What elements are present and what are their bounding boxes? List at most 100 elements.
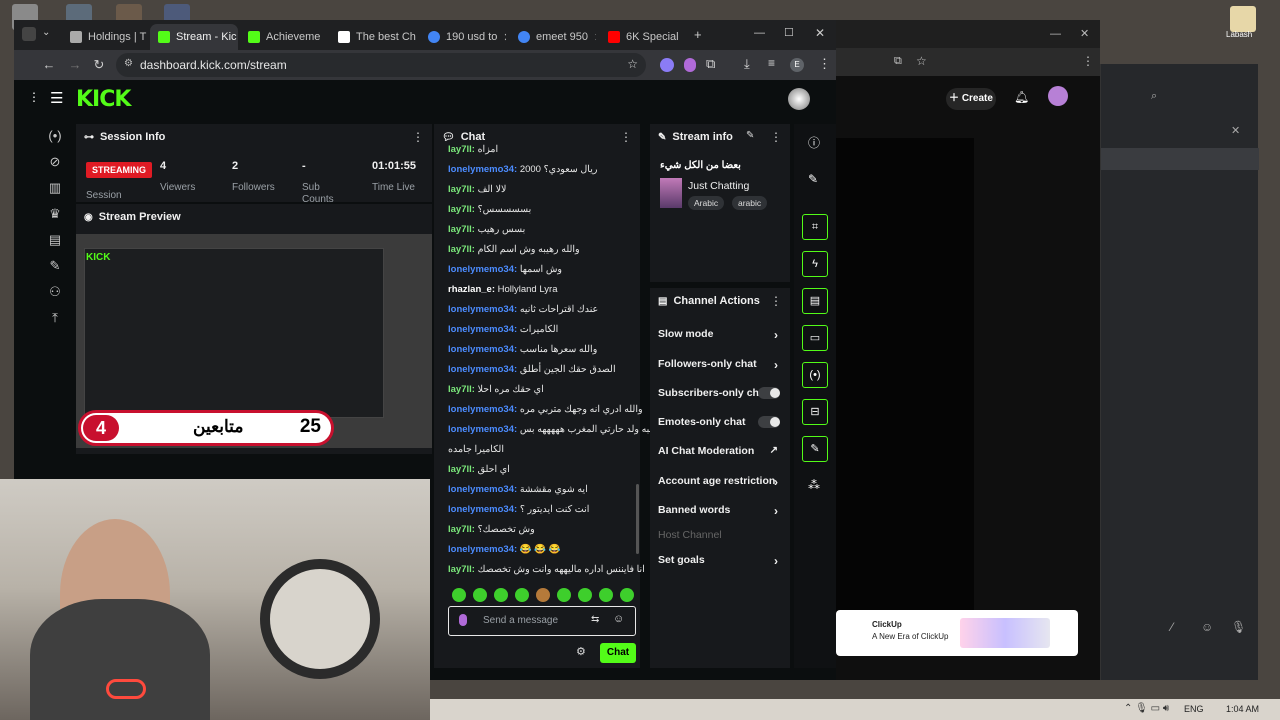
chat-username[interactable]: lay7ll:	[448, 244, 475, 255]
chat-input[interactable]: Send a message ⇆ ☺	[448, 606, 636, 636]
info-icon[interactable]: ⓘ	[808, 134, 820, 151]
link-icon[interactable]: ⊘	[42, 152, 68, 172]
layout-icon[interactable]: ⊟	[802, 399, 828, 425]
external-link-icon[interactable]: ↗	[770, 445, 778, 456]
chat-message[interactable]: lay7ll: والله رهيبه وش اسم الكام	[448, 244, 580, 255]
menu-dots-icon[interactable]: ⋮	[620, 130, 632, 144]
chat-message[interactable]: lonelymemo34: انت كنت ايديتور ؟	[448, 504, 589, 515]
mic-icon[interactable]: 🎙︎	[1231, 620, 1246, 634]
more-widgets-icon[interactable]: ⁂	[808, 478, 820, 492]
profile-avatar[interactable]: E	[790, 58, 804, 72]
community-icon[interactable]: ⚇	[42, 282, 68, 302]
chat-message[interactable]: rhazlan_e: Hollyland Lyra	[448, 284, 557, 295]
broadcast-icon[interactable]: (•)	[42, 126, 68, 146]
chat-username[interactable]: lay7ll:	[448, 204, 475, 215]
language-indicator[interactable]: ENG	[1184, 704, 1204, 714]
tools-icon[interactable]: ✎	[42, 256, 68, 276]
chat-username[interactable]: lay7ll:	[448, 464, 475, 475]
tag-chip[interactable]: arabic	[732, 196, 768, 210]
menu-dots-icon[interactable]: ⋮	[28, 90, 40, 104]
channel-action-item[interactable]: Followers-only chat ›	[658, 358, 790, 372]
address-bar[interactable]: ⚙ dashboard.kick.com/stream ☆	[116, 53, 646, 77]
close-icon[interactable]: ✕	[503, 31, 506, 44]
chat-username[interactable]: lay7ll:	[448, 384, 475, 395]
tab-search-icon[interactable]	[22, 27, 36, 41]
chat-username[interactable]: lonelymemo34:	[448, 324, 517, 335]
media-icon[interactable]: ≡	[768, 56, 775, 70]
download-icon[interactable]: ⤓	[744, 56, 750, 72]
tab-usd[interactable]: 190 usd to✕	[420, 24, 506, 50]
chat-username[interactable]: lonelymemo34:	[448, 424, 517, 435]
maximize-icon[interactable]: ☐	[784, 26, 794, 39]
chat-message[interactable]: lonelymemo34: 😂 😂 😂	[448, 544, 561, 555]
star-icon[interactable]: ☆	[627, 57, 638, 71]
minimize-icon[interactable]: —	[1050, 28, 1061, 40]
close-icon[interactable]: ✕	[685, 31, 686, 44]
chat-message[interactable]: lonelymemo34: تشبه ولد حارتي المغرب هههه…	[448, 424, 661, 435]
edit-icon[interactable]: ✎	[808, 172, 818, 186]
chat-username[interactable]: lay7ll:	[448, 184, 475, 195]
stream-preview-video[interactable]: KICK 4 متابعين 25	[76, 234, 432, 448]
channel-action-item[interactable]: Emotes-only chat	[658, 416, 790, 428]
emote-icon[interactable]	[473, 588, 487, 602]
close-icon[interactable]: ✕	[1231, 124, 1240, 137]
tab-best-chat[interactable]: The best Ch✕	[330, 24, 416, 50]
chat-username[interactable]: lonelymemo34:	[448, 264, 517, 275]
hamburger-menu-icon[interactable]: ☰	[50, 89, 63, 107]
chat-settings-icon[interactable]: ⚙	[576, 645, 586, 658]
lightning-icon[interactable]: ϟ	[802, 251, 828, 277]
new-tab-icon[interactable]: +	[694, 27, 702, 42]
chevron-right-icon[interactable]: ›	[774, 554, 778, 568]
extension-icon[interactable]	[660, 58, 674, 72]
library-icon[interactable]: ▤	[42, 230, 68, 250]
chat-message[interactable]: lonelymemo34: الكاميرات	[448, 324, 558, 335]
tab-emeet[interactable]: emeet 950✕	[510, 24, 596, 50]
user-avatar[interactable]	[788, 88, 810, 110]
chevron-down-icon[interactable]: ⌄	[42, 27, 50, 38]
reload-icon[interactable]: ↻	[90, 56, 108, 74]
upload-icon[interactable]: ⤒	[42, 308, 68, 328]
screenshot-icon[interactable]: ⌗	[802, 214, 828, 240]
close-icon[interactable]: ✕	[1080, 27, 1089, 40]
chat-username[interactable]: lonelymemo34:	[448, 484, 517, 495]
chat-message[interactable]: lay7ll: انا فايننس اداره ماليههه وانت وش…	[448, 564, 645, 575]
tab-youtube[interactable]: 6K Special✕	[600, 24, 686, 50]
minimize-icon[interactable]: —	[754, 27, 765, 39]
emote-icon[interactable]	[578, 588, 592, 602]
clock[interactable]: 1:04 AM	[1226, 704, 1259, 714]
toggle-switch[interactable]	[758, 416, 780, 428]
chat-username[interactable]: lonelymemo34:	[448, 404, 517, 415]
emote-icon[interactable]	[620, 588, 634, 602]
emote-icon[interactable]	[515, 588, 529, 602]
chat-username[interactable]: lonelymemo34:	[448, 364, 517, 375]
chat-message[interactable]: lonelymemo34: الصدق حقك الجين أطلق	[448, 364, 616, 375]
chat-scrollbar[interactable]	[636, 484, 639, 554]
chat-username[interactable]: lay7ll:	[448, 144, 475, 155]
emote-icon[interactable]	[536, 588, 550, 602]
emote-icon[interactable]	[452, 588, 466, 602]
chat-message[interactable]: lay7ll: لالا الف	[448, 184, 506, 195]
chat-message[interactable]: lay7ll: بسس رهيب	[448, 224, 525, 235]
folder-icon[interactable]	[1230, 6, 1256, 32]
chat-username[interactable]: lay7ll:	[448, 524, 475, 535]
chat-username[interactable]: lay7ll:	[448, 224, 475, 235]
selected-row[interactable]	[1101, 148, 1259, 170]
toggle-switch[interactable]	[758, 387, 780, 399]
close-icon[interactable]: ✕	[594, 31, 596, 44]
menu-dots-icon[interactable]: ⋮	[770, 130, 782, 144]
translate-icon[interactable]: ⇆	[591, 614, 599, 625]
forward-icon[interactable]: →	[66, 56, 84, 74]
document-icon[interactable]: ▤	[802, 288, 828, 314]
category-name[interactable]: Just Chatting	[688, 180, 749, 192]
emote-icon[interactable]	[494, 588, 508, 602]
extension-icon[interactable]	[684, 58, 696, 72]
chat-username[interactable]: lonelymemo34:	[448, 344, 517, 355]
bell-icon[interactable]: 🔔︎	[1014, 90, 1029, 104]
channel-action-item[interactable]: Banned words ›	[658, 504, 790, 518]
chat-send-button[interactable]: Chat	[600, 643, 636, 663]
chat-message[interactable]: lay7ll: اي حقك مره احلا	[448, 384, 544, 395]
tab-holdings[interactable]: Holdings | T✕	[62, 24, 148, 50]
channel-action-item[interactable]: Set goals ›	[658, 554, 790, 568]
broadcast-icon[interactable]: (•)	[802, 362, 828, 388]
chat-message[interactable]: الكاميرا جامده	[448, 444, 504, 455]
